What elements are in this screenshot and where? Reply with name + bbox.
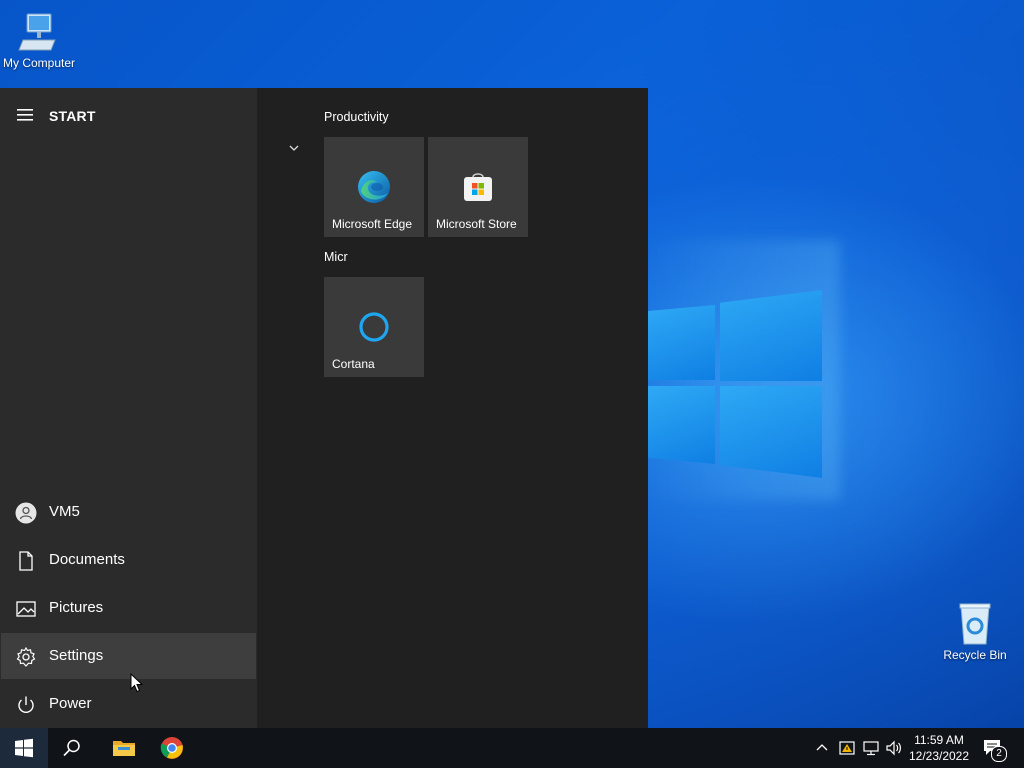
chevron-down-icon[interactable] bbox=[288, 144, 300, 152]
taskbar-clock[interactable]: 11:59 AM 12/23/2022 bbox=[904, 732, 974, 764]
start-menu-header[interactable]: START bbox=[0, 102, 257, 130]
start-item-label: Documents bbox=[49, 551, 125, 568]
computer-icon bbox=[18, 13, 56, 51]
cortana-icon bbox=[359, 312, 389, 342]
start-item-label: Pictures bbox=[49, 599, 104, 616]
start-item-label: Settings bbox=[49, 647, 104, 664]
start-item-user[interactable]: VM5 bbox=[1, 489, 256, 535]
chrome-button[interactable] bbox=[148, 728, 196, 768]
wallpaper-logo-pane bbox=[648, 386, 715, 464]
pictures-icon bbox=[16, 601, 36, 617]
edge-icon bbox=[358, 171, 390, 203]
desktop-icon-my-computer[interactable]: My Computer bbox=[0, 10, 81, 70]
start-tiles-area: Productivity Microsoft Edge Microsoft St… bbox=[257, 88, 648, 728]
notification-count-badge: 2 bbox=[991, 746, 1007, 762]
desktop-icon-label: Recycle Bin bbox=[943, 648, 1007, 662]
start-item-power[interactable]: Power bbox=[1, 681, 256, 727]
wallpaper-logo-pane bbox=[720, 290, 822, 381]
document-icon bbox=[19, 551, 33, 571]
file-explorer-button[interactable] bbox=[98, 728, 146, 768]
start-menu-title: START bbox=[49, 108, 96, 124]
tile-microsoft-edge[interactable]: Microsoft Edge bbox=[324, 137, 424, 237]
start-menu-left-pane: START VM5 Documents Pictures Settings Po… bbox=[0, 88, 257, 728]
start-item-label: VM5 bbox=[49, 503, 80, 520]
start-item-label: Power bbox=[49, 695, 92, 712]
gear-icon bbox=[16, 646, 36, 667]
tile-label: Microsoft Edge bbox=[332, 217, 413, 231]
search-icon bbox=[63, 739, 80, 757]
volume-icon[interactable] bbox=[885, 739, 903, 757]
start-item-documents[interactable]: Documents bbox=[1, 537, 256, 583]
tile-group-title[interactable]: Micr bbox=[324, 250, 348, 264]
power-icon bbox=[18, 696, 34, 714]
desktop-icon-label: My Computer bbox=[2, 56, 76, 70]
wallpaper-logo-pane bbox=[720, 386, 822, 478]
desktop-icon-recycle-bin[interactable]: Recycle Bin bbox=[933, 602, 1017, 662]
show-hidden-icons-chevron-icon[interactable] bbox=[816, 742, 828, 752]
folder-icon bbox=[113, 741, 135, 756]
start-menu: START VM5 Documents Pictures Settings Po… bbox=[0, 88, 648, 728]
chrome-icon bbox=[160, 737, 183, 759]
user-avatar-icon bbox=[15, 502, 37, 524]
security-alert-icon[interactable] bbox=[838, 739, 856, 757]
tile-cortana[interactable]: Cortana bbox=[324, 277, 424, 377]
tile-group-title[interactable]: Productivity bbox=[324, 110, 389, 124]
tile-microsoft-store[interactable]: Microsoft Store bbox=[428, 137, 528, 237]
mouse-cursor-icon bbox=[130, 673, 144, 693]
tile-label: Microsoft Store bbox=[436, 217, 517, 231]
taskbar: 11:59 AM 12/23/2022 2 bbox=[0, 728, 1024, 768]
clock-time: 11:59 AM bbox=[914, 733, 964, 747]
notification-center-button[interactable]: 2 bbox=[980, 728, 1024, 768]
wallpaper-logo-pane bbox=[648, 305, 715, 380]
network-icon[interactable] bbox=[862, 739, 880, 757]
search-button[interactable] bbox=[48, 728, 96, 768]
start-item-settings[interactable]: Settings bbox=[1, 633, 256, 679]
recycle-bin-icon bbox=[959, 603, 991, 645]
hamburger-menu-icon[interactable] bbox=[17, 109, 33, 121]
start-button[interactable] bbox=[0, 728, 48, 768]
start-item-pictures[interactable]: Pictures bbox=[1, 585, 256, 631]
store-icon bbox=[464, 173, 492, 201]
clock-date: 12/23/2022 bbox=[908, 749, 970, 763]
windows-logo-icon bbox=[15, 738, 33, 758]
tile-label: Cortana bbox=[332, 357, 375, 371]
